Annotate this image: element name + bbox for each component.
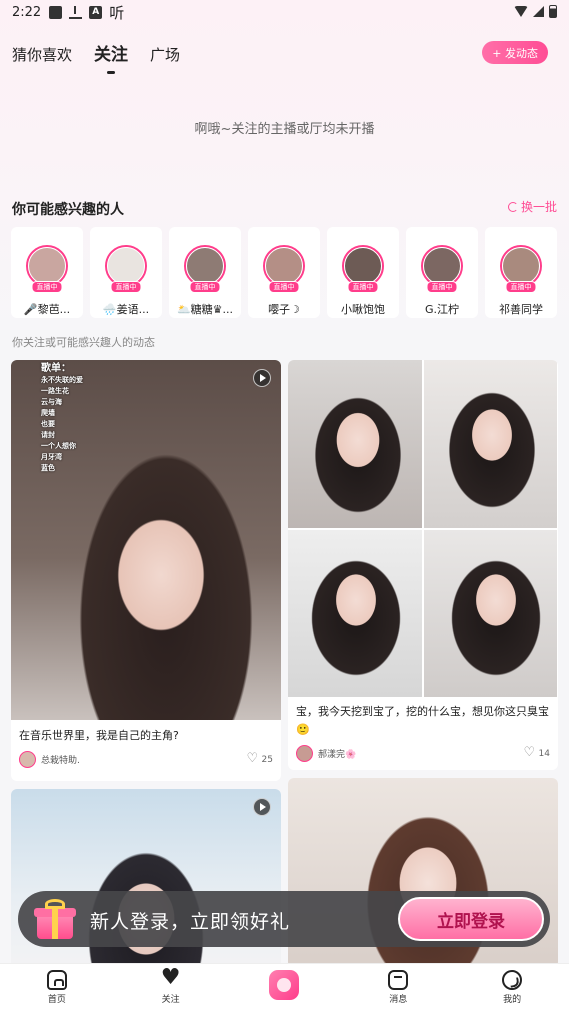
feed-user[interactable]: 郝漾完🌸 (296, 745, 356, 762)
nav-label: 消息 (389, 995, 408, 1005)
status-app-text: 听 (109, 3, 125, 22)
nav-label: 首页 (47, 995, 66, 1005)
message-icon (388, 970, 409, 990)
refresh-label: 换一批 (520, 200, 557, 214)
live-badge: 直播中 (268, 281, 300, 293)
photo-collage (288, 360, 557, 697)
avatar (296, 745, 313, 762)
heart-icon (161, 965, 181, 990)
play-icon[interactable] (253, 369, 271, 387)
collage-photo (423, 529, 557, 697)
collage-photo (423, 360, 557, 528)
play-icon[interactable] (253, 798, 271, 816)
recommend-card[interactable]: 直播中 嘤子☽ (248, 227, 320, 318)
recommend-name: 祁善同学 (499, 303, 543, 316)
recommend-card[interactable]: 直播中 🌧️姜语... (90, 227, 162, 318)
status-time: 2:22 (12, 4, 42, 20)
feed-caption: 在音乐世界里，我是自己的主角? (19, 729, 179, 742)
feed-caption: 宝，我今天挖到宝了，挖的什么宝，想见你这只臭宝🙂 (296, 705, 549, 736)
app-a-icon: A (89, 5, 103, 19)
nav-live-center[interactable] (249, 970, 319, 1002)
recommend-name: 嘤子☽ (268, 303, 300, 316)
recommend-title: 你可能感兴趣的人 (12, 202, 124, 218)
tab-following[interactable]: 关注 (94, 40, 128, 65)
wifi-icon (514, 6, 528, 17)
heart-icon (247, 751, 259, 766)
song-list-overlay: 歌单： 永不失联的爱 一路生花 云与海 爬墙 也要 请封 一个人想你 月牙湾 蓝… (41, 363, 83, 472)
like-count: 25 (261, 755, 273, 765)
recommend-name: 🌧️姜语... (102, 303, 150, 316)
refresh-button[interactable]: 换一批 (507, 198, 557, 215)
recommend-card[interactable]: 直播中 🌥️糖糖♛... (169, 227, 241, 318)
recommend-card[interactable]: 直播中 小啾饱饱 (327, 227, 399, 318)
empty-following-message: 啊哦~关注的主播或厅均未开播 (194, 122, 375, 137)
live-badge: 直播中 (189, 281, 221, 293)
tab-plaza[interactable]: 广场 (150, 44, 180, 65)
feed-card[interactable]: 歌单： 永不失联的爱 一路生花 云与海 爬墙 也要 请封 一个人想你 月牙湾 蓝… (11, 360, 281, 781)
nav-messages[interactable]: 消息 (363, 970, 433, 1005)
download-icon (69, 5, 83, 19)
collage-photo (288, 360, 422, 528)
nav-home[interactable]: 首页 (22, 970, 92, 1005)
recommend-name: 🌥️糖糖♛... (176, 303, 234, 316)
bottom-navigation: 首页 关注 消息 我的 (0, 963, 569, 1011)
top-tabs: 猜你喜欢 关注 广场 (12, 40, 180, 65)
refresh-icon (507, 201, 518, 212)
nav-label: 我的 (503, 995, 522, 1005)
collage-photo (288, 529, 422, 697)
nav-label: 关注 (161, 995, 180, 1005)
login-now-button[interactable]: 立即登录 (398, 897, 544, 941)
status-bar: 2:22 A 听 (0, 0, 569, 24)
nav-profile[interactable]: 我的 (477, 970, 547, 1005)
recommend-name: 小啾饱饱 (341, 303, 385, 316)
recommend-card[interactable]: 直播中 🎤黎芭... (11, 227, 83, 318)
recommend-card[interactable]: 直播中 G.江柠 (406, 227, 478, 318)
profile-icon (502, 970, 523, 990)
feed-label: 你关注或可能感兴趣人的动态 (12, 336, 155, 349)
nav-following[interactable]: 关注 (136, 965, 206, 1005)
live-badge: 直播中 (505, 281, 537, 293)
gift-icon (33, 897, 77, 941)
live-badge: 直播中 (347, 281, 379, 293)
recommend-name: 🎤黎芭... (23, 303, 71, 316)
recommend-name: G.江柠 (424, 303, 460, 316)
like-button[interactable]: 25 (247, 751, 273, 766)
feed-user-name: 郝漾完🌸 (318, 750, 357, 760)
recommend-card[interactable]: 直播中 祁善同学 (485, 227, 557, 318)
live-center-icon (269, 970, 300, 1000)
new-user-promo-banner[interactable]: 新人登录，立即领好礼 立即登录 (18, 891, 550, 947)
live-badge: 直播中 (426, 281, 458, 293)
signal-icon (533, 6, 544, 17)
promo-text: 新人登录，立即领好礼 (90, 911, 291, 933)
like-count: 14 (538, 749, 550, 759)
feed-card[interactable]: 宝，我今天挖到宝了，挖的什么宝，想见你这只臭宝🙂 郝漾完🌸 14 (288, 360, 558, 770)
feed-user[interactable]: 总栽特助. (19, 751, 80, 768)
live-badge: 直播中 (31, 281, 63, 293)
home-icon (46, 970, 67, 990)
avatar (19, 751, 36, 768)
notification-icon (49, 5, 63, 19)
heart-icon (524, 745, 536, 760)
live-badge: 直播中 (110, 281, 142, 293)
feed-user-name: 总栽特助. (41, 756, 80, 766)
post-moment-label: + 发动态 (492, 46, 538, 60)
post-moment-button[interactable]: + 发动态 (482, 41, 548, 64)
tab-guess-you-like[interactable]: 猜你喜欢 (12, 44, 72, 65)
like-button[interactable]: 14 (524, 745, 550, 760)
recommend-list: 直播中 🎤黎芭... 直播中 🌧️姜语... 直播中 🌥️糖糖♛... 直播中 … (11, 227, 557, 318)
battery-icon (549, 5, 557, 18)
